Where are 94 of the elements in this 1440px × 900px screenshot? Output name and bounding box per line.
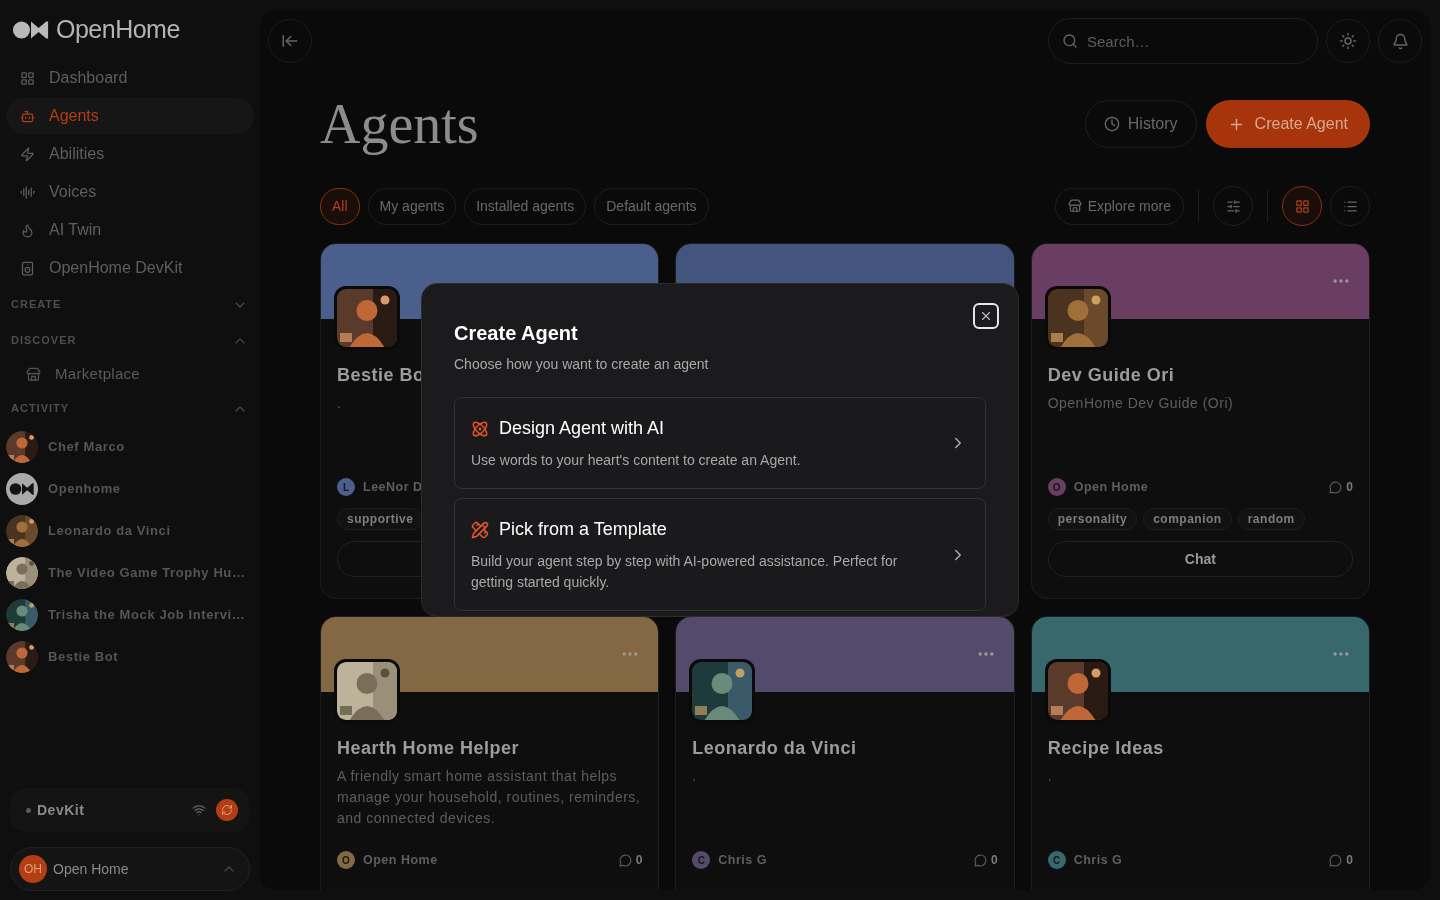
devkit-panel[interactable]: DevKit	[10, 788, 250, 832]
activity-item[interactable]: Chef Marco	[6, 426, 254, 468]
agent-description: .	[1047, 767, 1053, 786]
logo-icon	[12, 20, 50, 40]
refresh-icon	[221, 804, 233, 816]
section-header[interactable]: DISCOVER	[6, 323, 254, 358]
filter-chip[interactable]: All	[320, 187, 360, 225]
option-description: Build your agent step by step with AI-powered assistance. Perfect for getting started quickly.	[471, 552, 899, 592]
option-card[interactable]: Pick from a Template Build your agent step by step with AI-powered assistance. Perfect for getting started quickly.	[454, 498, 986, 611]
search-icon	[1062, 33, 1078, 49]
option-title: Pick from a Template	[499, 518, 667, 541]
agent-description: .	[692, 767, 697, 786]
comment-icon	[973, 853, 987, 867]
search-field[interactable]: Search…	[1048, 18, 1318, 64]
agent-name: Dev Guide Ori	[1047, 364, 1175, 387]
option-card[interactable]: Design Agent with AI Use words to your heart's content to create an Agent.	[454, 397, 986, 489]
close-button[interactable]	[973, 303, 999, 329]
agent-card[interactable]: Hearth Home Helper A friendly smart home assistant that helps manage your household, routines, reminders, and connected devices. O Open Home 0	[320, 616, 660, 890]
tag: random	[1237, 508, 1305, 530]
agent-name: Hearth Home Helper	[337, 737, 520, 760]
store-icon	[26, 366, 41, 382]
author-name: Chris G	[718, 851, 767, 869]
dialog-subtitle: Choose how you want to create an agent	[454, 355, 710, 374]
activity-item[interactable]: Bestie Bot	[6, 636, 254, 678]
user-name: Open Home	[53, 859, 129, 879]
comment-count: 0	[990, 852, 998, 869]
agent-card[interactable]: Leonardo da Vinci . C Chris G 0	[675, 616, 1015, 890]
comment-icon	[1329, 480, 1343, 494]
store-icon	[1067, 199, 1082, 213]
comment-count: 0	[1346, 479, 1353, 496]
nav-icon	[20, 260, 35, 276]
nav-item[interactable]: OpenHome DevKit	[6, 250, 254, 286]
author-name: Open Home	[363, 851, 438, 869]
nav-item[interactable]: Abilities	[6, 136, 254, 172]
tag: companion	[1143, 508, 1232, 530]
user-avatar: OH	[19, 855, 47, 883]
account-button[interactable]: OH Open Home	[10, 847, 250, 891]
comment-icon	[618, 853, 632, 867]
pencil-ruler-icon	[471, 520, 489, 539]
close-icon	[979, 309, 993, 323]
nav-icon	[20, 70, 35, 86]
nav-icon	[20, 108, 35, 124]
author-avatar: C	[1047, 851, 1066, 869]
refresh-button[interactable]	[216, 799, 238, 821]
grid-icon	[1294, 198, 1310, 214]
wifi-icon	[192, 803, 206, 817]
author-avatar: O	[337, 851, 355, 869]
agent-card[interactable]: Recipe Ideas . C Chris G 0	[1030, 616, 1370, 890]
agent-description: OpenHome Dev Guide (Ori)	[1047, 394, 1234, 413]
author-avatar: C	[692, 851, 711, 869]
agent-name: Recipe Ideas	[1047, 737, 1164, 760]
activity-item[interactable]: Openhome	[6, 468, 254, 510]
option-title: Design Agent with AI	[499, 417, 665, 440]
grid-view-button[interactable]	[1282, 186, 1322, 226]
atom-icon	[471, 419, 489, 438]
nav-item[interactable]: Agents	[6, 98, 254, 134]
list-icon	[1342, 198, 1358, 214]
nav-item[interactable]: AI Twin	[6, 212, 254, 248]
author-name: Chris G	[1073, 851, 1123, 869]
comment-count: 0	[635, 852, 643, 869]
nav-item[interactable]: Voices	[6, 174, 254, 210]
author-avatar: O	[1047, 478, 1066, 496]
bell-icon	[1391, 32, 1409, 50]
activity-item[interactable]: The Video Game Trophy Hu…	[6, 552, 254, 594]
nav-icon	[20, 146, 35, 162]
nav-icon	[20, 184, 35, 200]
tag: personality	[1047, 508, 1138, 530]
nav-item[interactable]: Marketplace	[6, 358, 254, 390]
devkit-label: DevKit	[37, 800, 85, 820]
collapse-icon	[281, 32, 299, 50]
nav-item[interactable]: Dashboard	[6, 60, 254, 96]
comment-count: 0	[1346, 852, 1353, 869]
activity-item[interactable]: Trisha the Mock Job Intervi…	[6, 594, 254, 636]
agent-name: Leonardo da Vinci	[692, 737, 857, 760]
option-description: Use words to your heart's content to create an Agent.	[471, 451, 801, 470]
clock-icon	[1103, 116, 1120, 132]
author-avatar: L	[337, 478, 355, 496]
section-header[interactable]: ACTIVITY	[6, 391, 254, 426]
author-name: LeeNor D	[363, 478, 423, 496]
sliders-icon	[1225, 198, 1241, 214]
sun-icon	[1339, 32, 1357, 50]
nav-icon	[20, 222, 35, 238]
section-header[interactable]: CREATE	[6, 287, 254, 322]
agent-description: .	[337, 394, 342, 413]
create-agent-button[interactable]: Create Agent	[1205, 100, 1370, 148]
activity-item[interactable]: Leonardo da Vinci	[6, 510, 254, 552]
author-name: Open Home	[1073, 478, 1149, 496]
agent-description: A friendly smart home assistant that helps manage your household, routines, reminders, and connected devices.	[337, 767, 642, 828]
comment-icon	[1329, 853, 1343, 867]
brand-name: OpenHome	[56, 14, 180, 46]
dialog-title: Create Agent	[454, 321, 579, 346]
tag: supportive	[337, 508, 424, 530]
logo-icon	[9, 482, 35, 496]
agent-card[interactable]: Dev Guide Ori OpenHome Dev Guide (Ori) O Open Home 0 personality companion random Chat	[1030, 243, 1370, 599]
